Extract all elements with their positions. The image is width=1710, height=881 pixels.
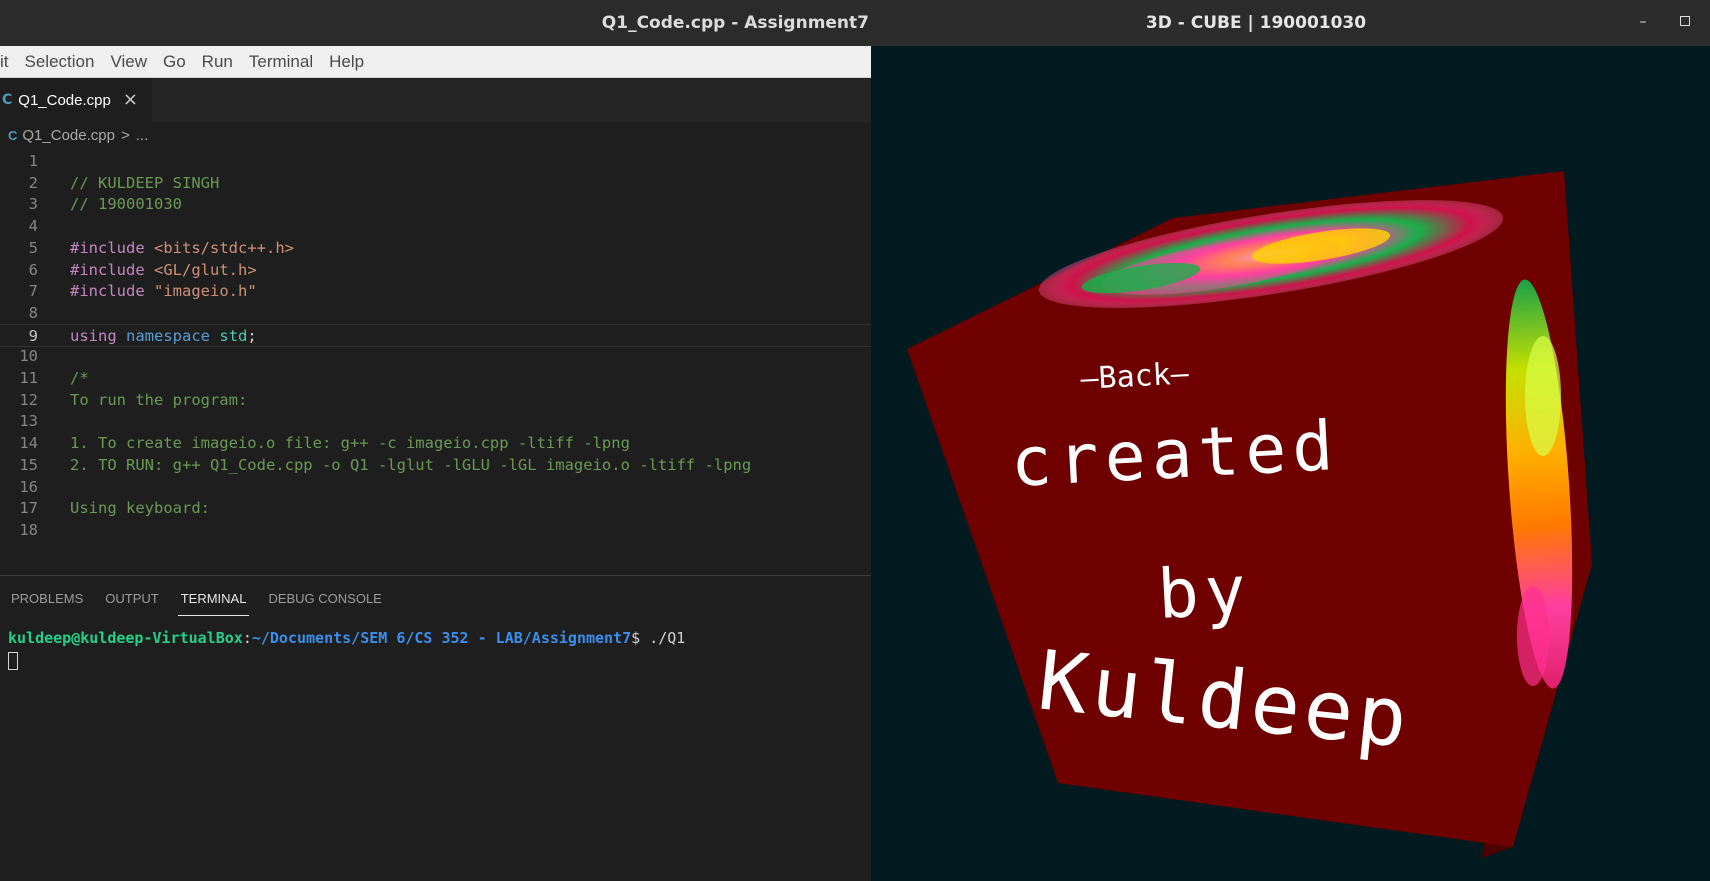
bottom-panel: PROBLEMS OUTPUT TERMINAL DEBUG CONSOLE k… [0, 575, 871, 881]
code-line: 5 #include <bits/stdc++.h> [0, 237, 871, 261]
line-number: 11 [19, 369, 38, 387]
code-line: 11 /* [0, 367, 871, 391]
menu-run[interactable]: Run [194, 52, 241, 72]
code-line: 10 [0, 345, 871, 369]
code-line: 1 [0, 150, 871, 174]
include-path: <bits/stdc++.h> [154, 238, 294, 257]
line-number: 5 [28, 238, 38, 257]
face-text-by: by [1156, 551, 1254, 635]
line-number: 16 [19, 477, 38, 496]
line-number: 18 [19, 520, 38, 539]
code-line: 13 [0, 410, 871, 434]
line-number: 2 [28, 173, 38, 192]
current-code-line: 9 using namespace std; [0, 323, 871, 348]
keyword-namespace: namespace [126, 326, 211, 345]
line-number: 4 [28, 217, 38, 236]
breadcrumb-file[interactable]: Q1_Code.cpp [22, 127, 115, 144]
tab-terminal[interactable]: TERMINAL [170, 576, 258, 622]
terminal[interactable]: kuldeep@kuldeep-VirtualBox:~/Documents/S… [8, 628, 868, 670]
line-text: // KULDEEP SINGH [70, 173, 220, 192]
line-number: 13 [19, 412, 38, 431]
line-number: 7 [28, 282, 38, 301]
line-text: 1. To create imageio.o file: g++ -c imag… [70, 434, 630, 453]
code-line: 15 2. TO RUN: g++ Q1_Code.cpp -o Q1 -lglu… [0, 454, 871, 478]
code-line: 16 [0, 476, 871, 500]
line-number: 8 [28, 303, 38, 322]
panel-tab-bar: PROBLEMS OUTPUT TERMINAL DEBUG CONSOLE [0, 576, 871, 622]
code-line: 4 [0, 215, 871, 239]
breadcrumb-separator: > [120, 126, 130, 144]
code-line: 12 To run the program: [0, 389, 871, 413]
namespace-identifier: std [219, 326, 248, 345]
include-directive: #include [70, 260, 145, 279]
line-number: 14 [19, 434, 38, 453]
tab-q1-code[interactable]: C Q1_Code.cpp × [0, 78, 152, 122]
cube-titlebar[interactable]: 3D - CUBE | 190001030 – [871, 0, 1710, 46]
cube-window: 3D - CUBE | 190001030 – —Back— created b… [871, 0, 1710, 881]
line-number: 17 [19, 499, 38, 518]
menu-edit[interactable]: it [0, 52, 17, 72]
code-editor[interactable]: 1 2 // KULDEEP SINGH 3 // 190001030 4 5 #in… [0, 150, 871, 575]
minimize-button[interactable]: – [1632, 11, 1654, 33]
breadcrumb-symbols[interactable]: ... [136, 127, 149, 144]
line-number: 1 [28, 152, 38, 170]
menu-view[interactable]: View [102, 52, 155, 72]
line-number: 12 [19, 390, 38, 409]
cube-window-title: 3D - CUBE | 190001030 [1145, 13, 1367, 33]
window-title: Q1_Code.cpp - Assignment7 [601, 13, 869, 33]
terminal-prompt: $ [631, 629, 650, 647]
editor-tab-bar: C Q1_Code.cpp × [0, 78, 871, 122]
terminal-cursor [8, 652, 18, 670]
menu-bar: it Selection View Go Run Terminal Help [0, 46, 871, 78]
line-text: // 190001030 [70, 195, 182, 214]
code-line: 14 1. To create imageio.o file: g++ -c im… [0, 432, 871, 456]
keyword-using: using [70, 326, 117, 345]
code-line: 3 // 190001030 [0, 193, 871, 217]
terminal-user: kuldeep@kuldeep-VirtualBox [8, 629, 243, 647]
code-line: 17 Using keyboard: [0, 497, 871, 521]
line-text: Using keyboard: [70, 499, 210, 518]
include-directive: #include [70, 282, 145, 301]
menu-go[interactable]: Go [155, 52, 194, 72]
include-path: "imageio.h" [154, 282, 257, 301]
tab-debug-console[interactable]: DEBUG CONSOLE [257, 576, 392, 622]
line-number: 6 [28, 260, 38, 279]
line-number: 3 [28, 195, 38, 214]
gl-canvas[interactable]: —Back— created by Kuldeep [871, 46, 1710, 881]
terminal-path: ~/Documents/SEM 6/CS 352 - LAB/Assignmen… [251, 629, 632, 647]
vscode-titlebar[interactable]: Q1_Code.cpp - Assignment7 [0, 0, 871, 46]
menu-terminal[interactable]: Terminal [241, 52, 321, 72]
cpp-file-icon: C [8, 127, 18, 143]
tab-label: Q1_Code.cpp [18, 91, 111, 109]
maximize-icon [1680, 16, 1690, 26]
menu-help[interactable]: Help [321, 52, 372, 72]
line-text: 2. TO RUN: g++ Q1_Code.cpp -o Q1 -lglut … [70, 455, 752, 474]
code-line: 7 #include "imageio.h" [0, 280, 871, 304]
code-line: 8 [0, 302, 871, 326]
include-path: <GL/glut.h> [154, 260, 257, 279]
tab-output[interactable]: OUTPUT [94, 576, 169, 622]
maximize-button[interactable] [1674, 11, 1696, 33]
face-label-back: —Back— [1080, 356, 1191, 397]
desktop: Q1_Code.cpp - Assignment7 it Selection V… [0, 0, 1710, 881]
semicolon: ; [247, 326, 257, 345]
code-line: 2 // KULDEEP SINGH [0, 172, 871, 196]
line-text: To run the program: [70, 390, 248, 409]
tab-problems[interactable]: PROBLEMS [0, 576, 94, 622]
code-line: 18 [0, 519, 871, 543]
close-icon[interactable]: × [123, 91, 138, 109]
line-text: /* [70, 369, 89, 387]
include-directive: #include [70, 238, 145, 257]
vscode-window: Q1_Code.cpp - Assignment7 it Selection V… [0, 0, 871, 881]
code-line: 6 #include <GL/glut.h> [0, 259, 871, 283]
line-number: 15 [19, 455, 38, 474]
cpp-file-icon: C [2, 92, 13, 108]
menu-selection[interactable]: Selection [17, 52, 103, 72]
terminal-command: ./Q1 [649, 629, 686, 647]
line-number: 10 [19, 347, 38, 366]
terminal-colon: : [242, 629, 252, 647]
breadcrumb: C Q1_Code.cpp > ... [0, 122, 871, 148]
